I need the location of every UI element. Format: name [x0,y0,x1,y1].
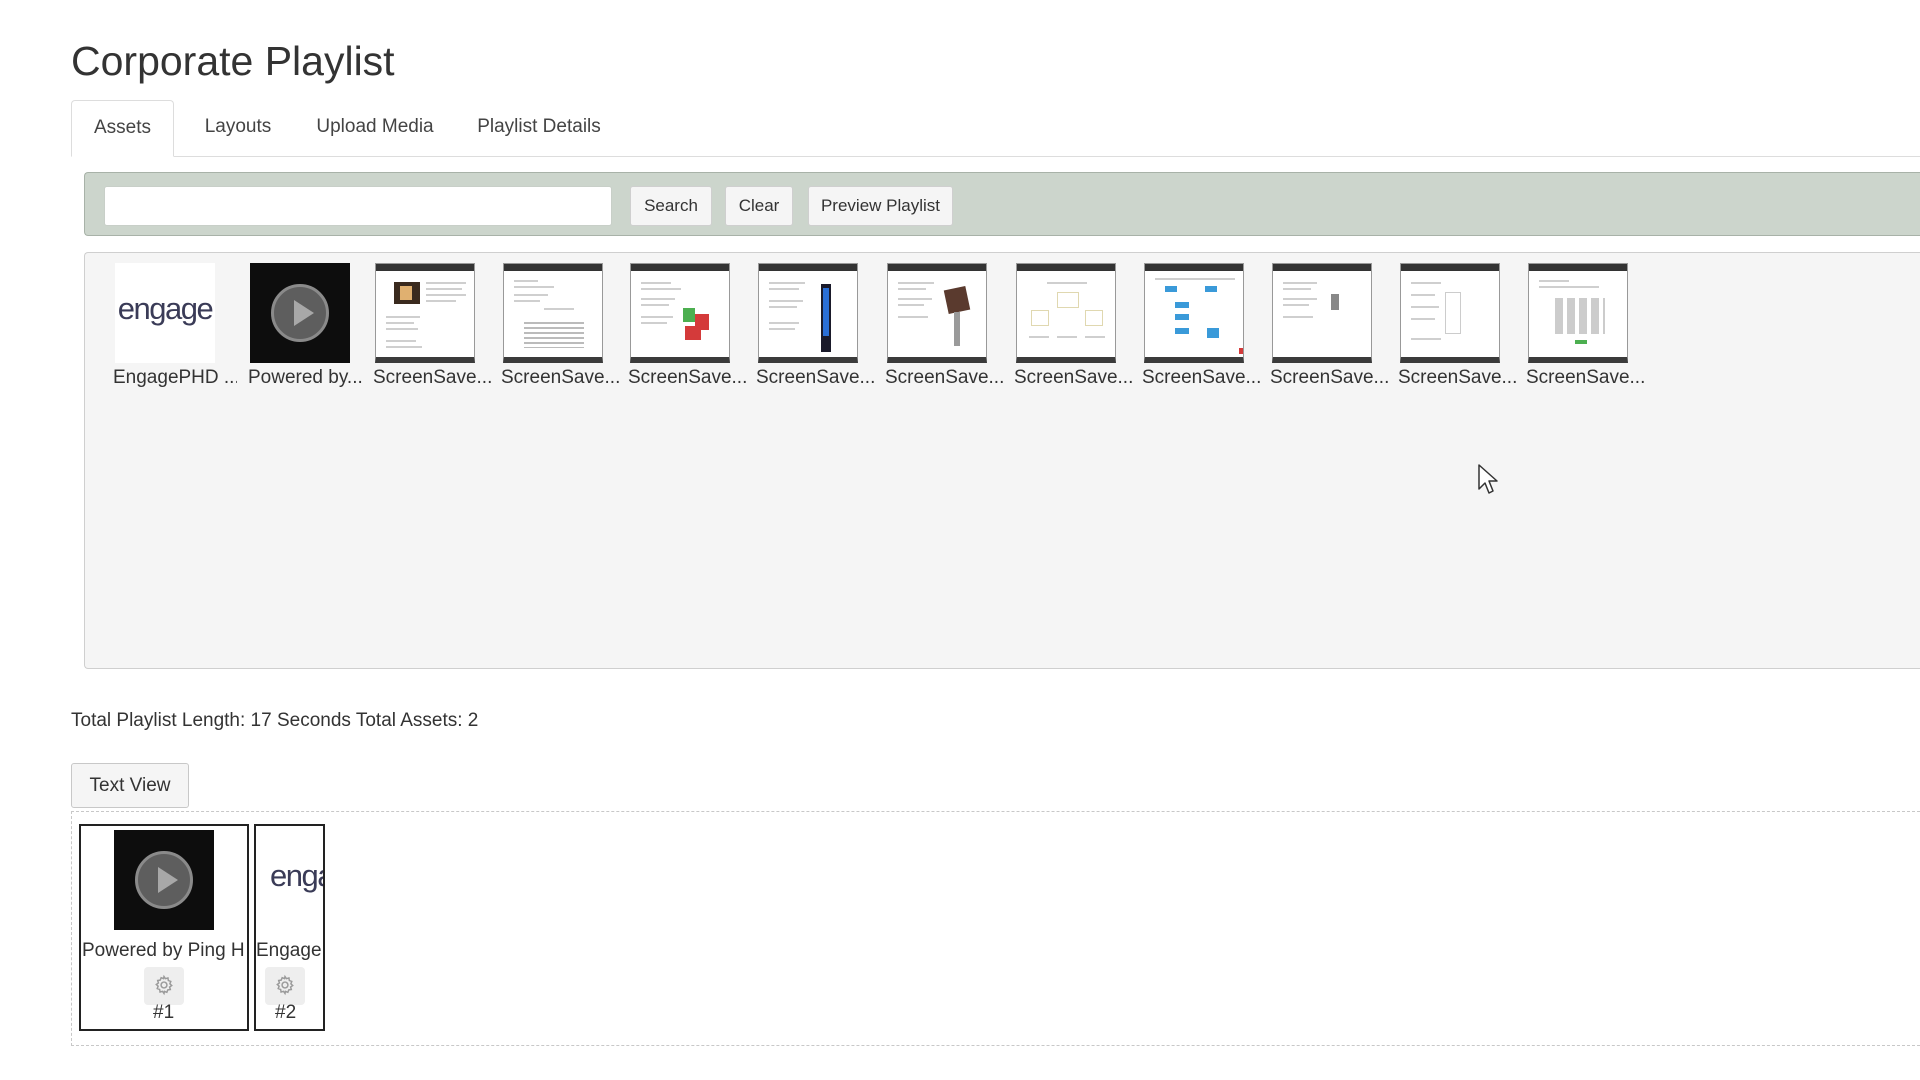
playlist-length-value: 17 Seconds [250,710,351,731]
mouse-cursor-icon [1478,464,1498,494]
video-thumbnail [250,263,350,363]
playlist-length-label: Total Playlist Length: [71,710,246,731]
document-thumbnail [1144,263,1244,363]
playlist-summary: Total Playlist Length: 17 Seconds Total … [71,710,478,732]
asset-library: engage EngagePHD ... Powered by... Scree… [84,252,1920,669]
asset-caption: ScreenSave... [1526,367,1646,388]
search-input[interactable] [104,186,612,226]
asset-caption: ScreenSave... [885,367,1005,388]
playlist-item-number: #1 [153,1002,175,1023]
asset-caption: ScreenSave... [501,367,621,388]
asset-caption: ScreenSave... [1270,367,1390,388]
clear-button[interactable]: Clear [725,186,793,226]
asset-caption: ScreenSave... [1014,367,1134,388]
asset-caption: ScreenSave... [373,367,493,388]
document-thumbnail [887,263,987,363]
total-assets-label: Total Assets: [355,710,463,731]
asset-caption: ScreenSave... [1398,367,1518,388]
gear-icon [276,974,294,995]
tab-playlist-details[interactable]: Playlist Details [457,100,621,156]
playlist-item-caption: Engage [256,940,322,961]
playlist-item-number: #2 [275,1002,297,1023]
playlist-item-caption: Powered by Ping H [82,940,245,961]
engage-logo-text: engag [270,858,323,893]
tab-bar: Assets Layouts Upload Media Playlist Det… [71,100,1920,157]
document-thumbnail [1016,263,1116,363]
video-thumbnail [114,830,214,930]
settings-button[interactable] [265,967,305,1005]
asset-caption: EngagePHD ... [113,367,237,388]
asset-toolbar: Search Clear Preview Playlist [84,172,1920,236]
preview-playlist-button[interactable]: Preview Playlist [808,186,953,226]
text-view-button[interactable]: Text View [71,763,189,808]
document-thumbnail [1400,263,1500,363]
search-button[interactable]: Search [630,186,712,226]
playlist-editor-page: Corporate Playlist Assets Layouts Upload… [0,0,1920,1080]
tab-assets[interactable]: Assets [71,100,174,157]
document-thumbnail [503,263,603,363]
playlist-drop-zone[interactable]: Powered by Ping H #1 engag Engage #2 [71,811,1920,1046]
total-assets-value: 2 [467,710,479,731]
play-icon [271,284,329,342]
document-thumbnail [630,263,730,363]
engage-logo-thumbnail: engag [262,830,323,930]
asset-caption: ScreenSave... [1142,367,1262,388]
asset-caption: ScreenSave... [756,367,876,388]
playlist-item[interactable]: engag Engage #2 [254,824,325,1031]
tab-layouts[interactable]: Layouts [182,100,294,156]
engage-logo-thumbnail: engage [115,263,215,363]
asset-caption: Powered by... [248,367,363,388]
document-thumbnail [1528,263,1628,363]
document-thumbnail [375,263,475,363]
asset-caption: ScreenSave... [628,367,748,388]
settings-button[interactable] [144,967,184,1005]
document-thumbnail [758,263,858,363]
gear-icon [155,974,173,995]
engage-logo-text: engage [117,291,214,326]
page-title: Corporate Playlist [71,38,395,84]
play-icon [135,851,193,909]
playlist-item[interactable]: Powered by Ping H #1 [79,824,249,1031]
tab-upload-media[interactable]: Upload Media [301,100,449,156]
document-thumbnail [1272,263,1372,363]
